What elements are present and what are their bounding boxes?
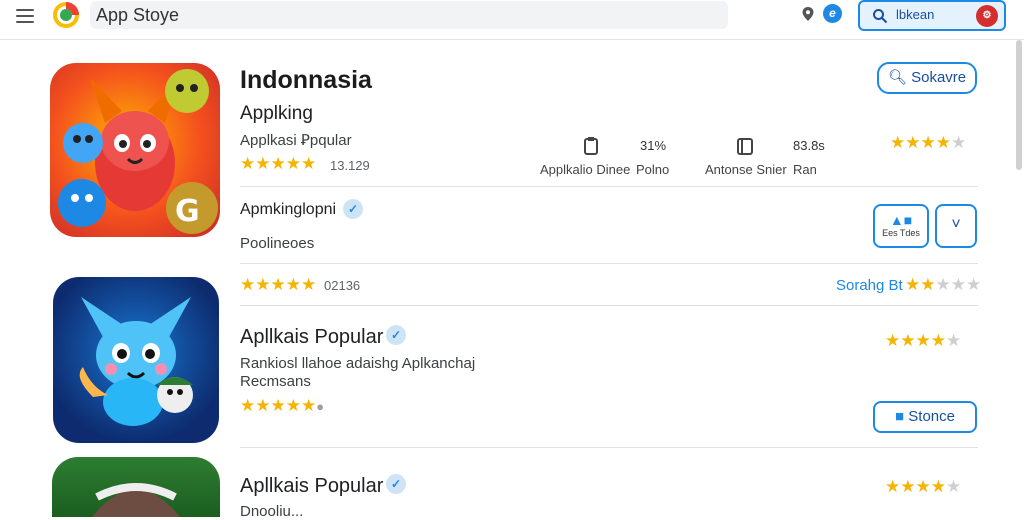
divider [240, 447, 978, 448]
divider [240, 186, 978, 187]
app-2-action-label: Stonce [908, 408, 955, 425]
app-2-description-2: Recmsans [240, 373, 311, 390]
app-1-rating-stars: ★★★★★ [240, 154, 317, 173]
app-2-title[interactable]: Apllkais Popular [240, 326, 383, 349]
app-2-description: Rankiosl llahoe adaishg Aplkanchaj [240, 355, 476, 372]
app-1-rating-link-stars: ★★★★★ [905, 275, 982, 294]
store-icon: ■ [895, 408, 909, 425]
app-icon-1[interactable]: G [50, 63, 220, 237]
location-pin-icon[interactable] [800, 6, 816, 22]
app-1-action-button[interactable]: 🔍︎ Sokavre [877, 62, 977, 94]
app-icon-2[interactable] [53, 277, 219, 443]
app-1-title[interactable]: Indonnasia [240, 66, 372, 95]
size-icon [737, 138, 753, 155]
app-icon-3[interactable] [52, 457, 220, 517]
image-icon: ▲■ [889, 212, 913, 228]
app-1-review-stars: ★★★★★ [240, 275, 317, 294]
search-button[interactable]: lbkean ⚙ [858, 0, 1006, 31]
app-1-developer[interactable]: Applking [240, 103, 313, 125]
hamburger-menu-icon[interactable] [16, 9, 34, 23]
app-1-review-count: 02136 [324, 278, 361, 293]
app-2-rating-stars: ★★★★★● [240, 396, 325, 415]
app-1-rating-link[interactable]: Sorahg Bt [836, 277, 903, 294]
download-icon [584, 137, 598, 155]
stat-2-value: 83.8s [793, 138, 825, 153]
svg-text:G: G [175, 194, 200, 229]
app-1-category: Applkasi Ꝑpqular [240, 132, 352, 149]
verified-badge-icon: ✓ [386, 474, 406, 494]
app-1-rating-count: 13.129 [330, 158, 370, 173]
app-1-subsection-desc: Poolineoes [240, 235, 315, 252]
search-icon [873, 9, 888, 24]
scrollbar[interactable] [1016, 40, 1022, 170]
stat-2-label-2: Ran [793, 162, 817, 177]
app-title: App Stoye [90, 1, 728, 29]
verified-badge-icon: ✓ [343, 199, 363, 219]
app-2-side-rating-stars: ★★★★★ [885, 331, 962, 350]
stat-1-label-2: Polno [636, 162, 670, 177]
stat-1-label: Applkalio Dinee [540, 162, 631, 177]
app-1-side-rating-stars: ★★★★★ [890, 133, 967, 152]
verified-badge-icon: ✓ [386, 325, 406, 345]
app-2-action-button[interactable]: ■ Stonce [873, 401, 977, 433]
divider [240, 263, 978, 264]
help-icon[interactable]: e [823, 4, 842, 23]
search-text: lbkean [896, 7, 935, 22]
thumbnail-label: Ees Tdes [882, 228, 920, 238]
avatar[interactable]: ⚙ [976, 5, 998, 27]
app-1-subsection-title[interactable]: Apmkinglopni [240, 201, 336, 219]
more-options-button[interactable]: ˅ [935, 204, 977, 248]
app-3-side-rating-stars: ★★★★★ [885, 477, 962, 496]
top-bar: App Stoye e lbkean ⚙ [0, 0, 1024, 40]
chevron-down-icon: ˅ [951, 216, 961, 233]
app-store-logo-icon[interactable] [50, 1, 82, 29]
stat-2-label: Antonse Snier [705, 162, 787, 177]
stat-1-value: 31% [640, 138, 667, 153]
app-1-thumbnail-button[interactable]: ▲■ Ees Tdes [873, 204, 929, 248]
divider [240, 305, 978, 306]
app-1-action-label: Sokavre [911, 69, 967, 86]
search-small-icon: 🔍︎ [887, 69, 912, 86]
app-3-title[interactable]: Apllkais Popular [240, 475, 383, 498]
